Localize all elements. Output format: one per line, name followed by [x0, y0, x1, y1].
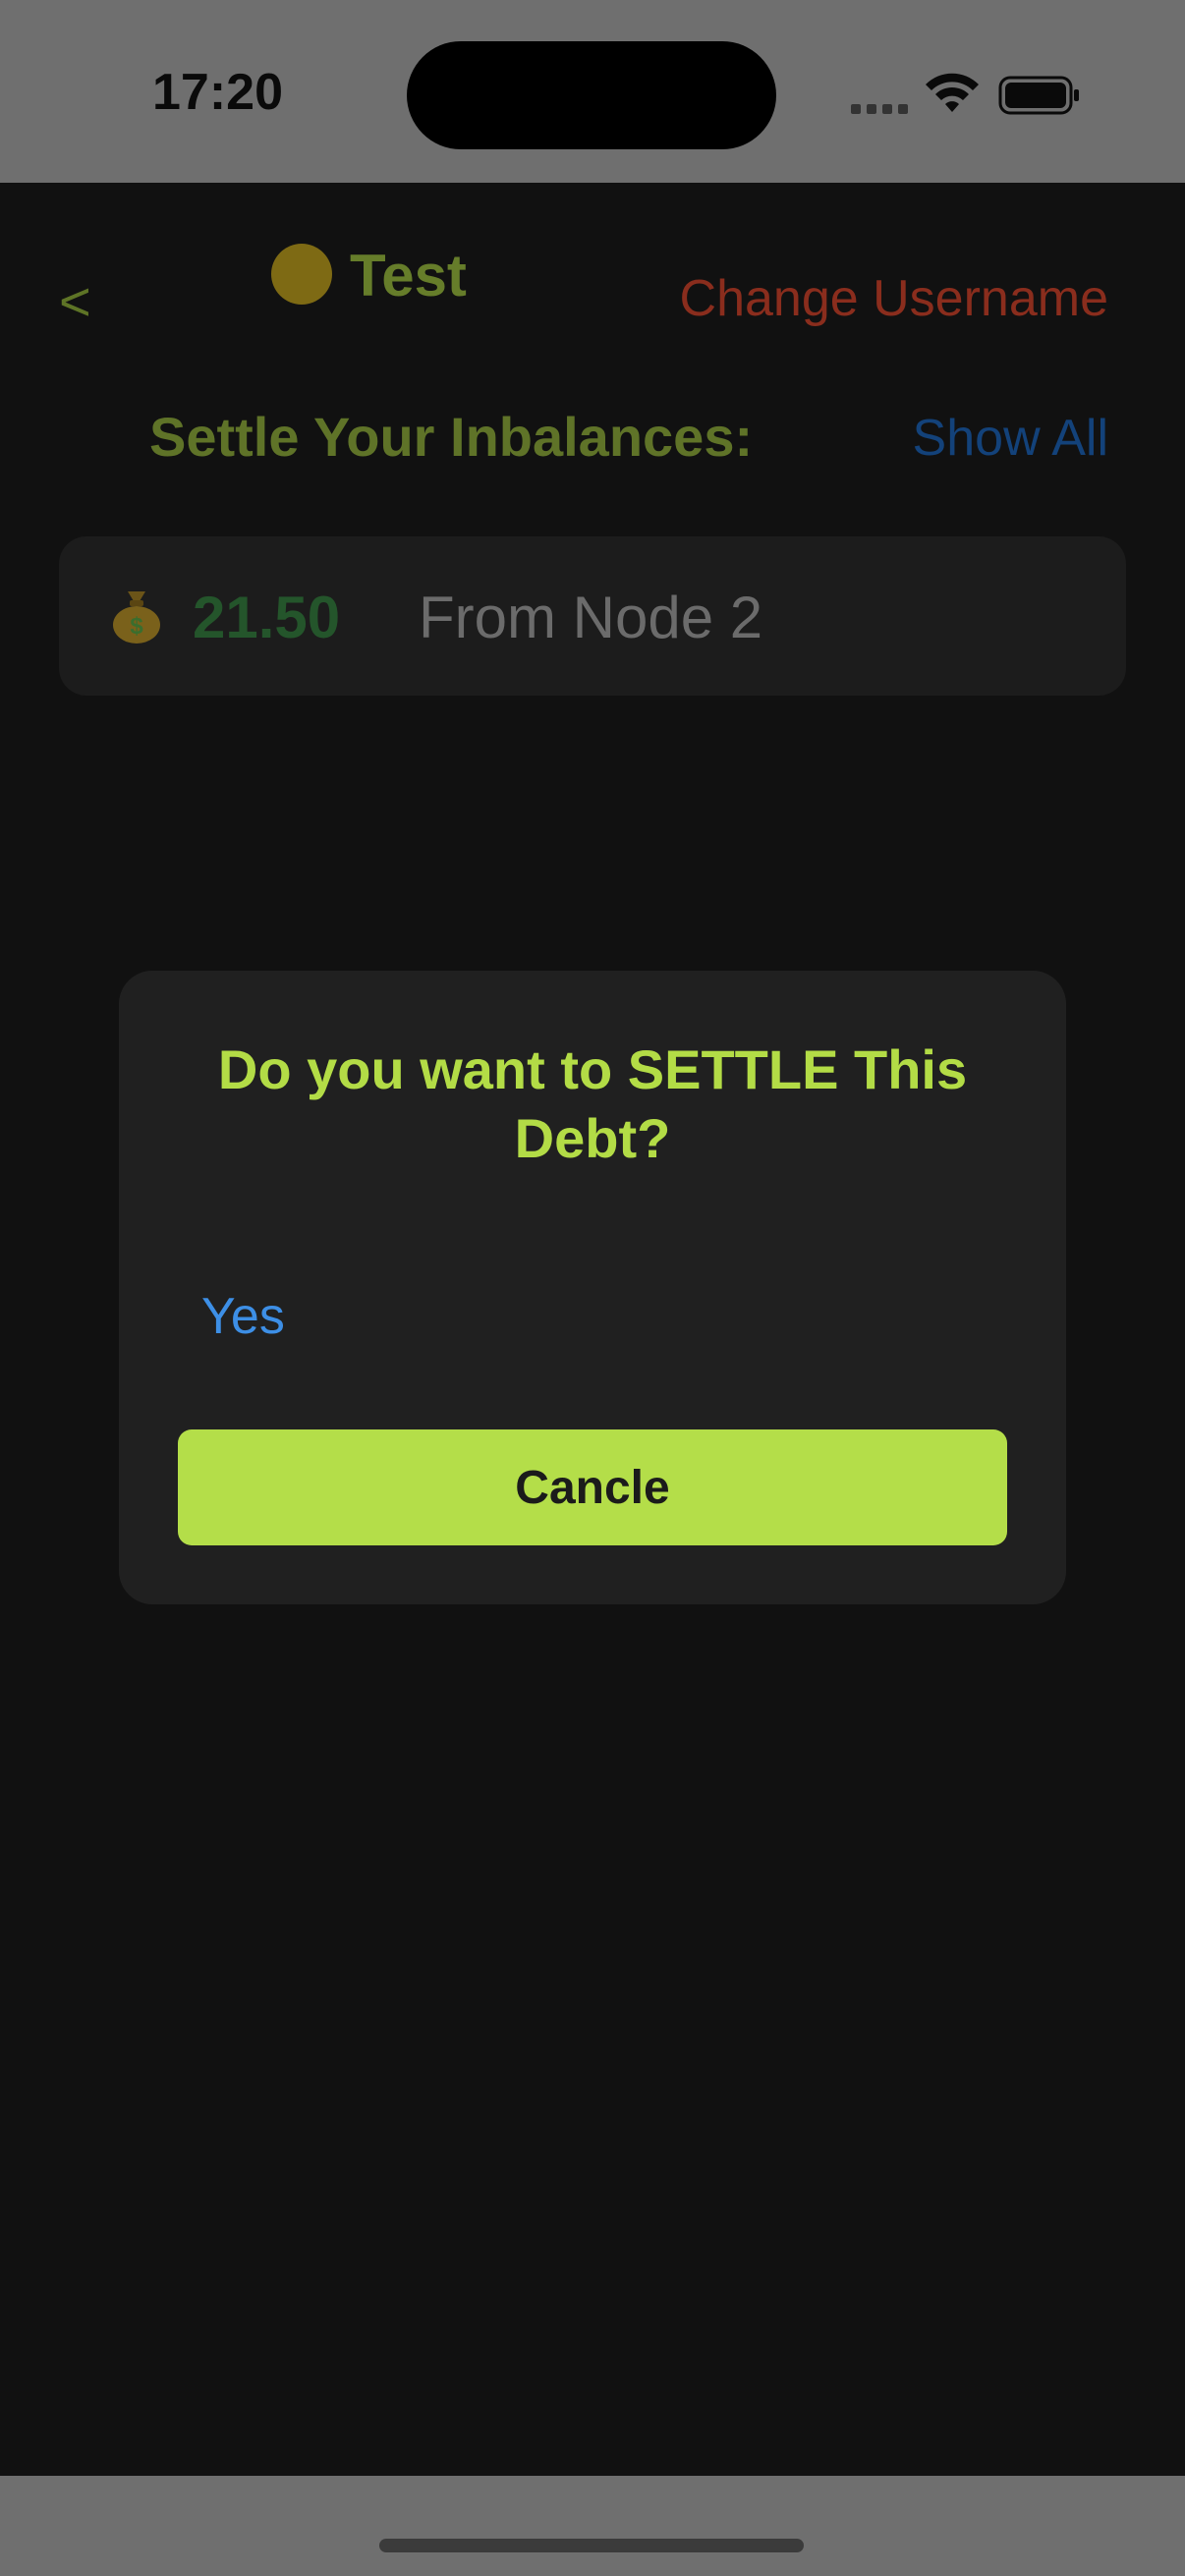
debt-amount: 21.50	[193, 585, 341, 650]
home-indicator[interactable]	[379, 2539, 804, 2552]
debt-from-label: From Node 2	[419, 585, 763, 650]
settle-heading: Settle Your Inbalances:	[149, 406, 754, 468]
user-title: Test	[271, 242, 467, 310]
dialog-title: Do you want to SETTLE This Debt?	[217, 1038, 968, 1169]
grinning-face-icon	[271, 244, 332, 306]
cancel-button[interactable]: Cancle	[178, 1429, 1007, 1545]
home-indicator-bar	[0, 2476, 1185, 2576]
wifi-icon	[926, 73, 979, 112]
dynamic-island	[407, 41, 776, 149]
yes-button[interactable]: Yes	[201, 1287, 285, 1346]
cellular-signal-icon	[851, 104, 908, 116]
battery-icon	[998, 76, 1079, 115]
money-bag-icon: $	[113, 591, 160, 644]
change-username-button[interactable]: Change Username	[680, 269, 1108, 328]
user-title-label: Test	[350, 243, 467, 308]
status-bar: 17:20	[0, 0, 1185, 183]
show-all-button[interactable]: Show All	[913, 409, 1108, 468]
back-button[interactable]: <	[59, 269, 91, 333]
debt-list-item[interactable]: $ 21.50 From Node 2	[59, 536, 1126, 696]
settle-debt-dialog: Do you want to SETTLE This Debt? Yes Can…	[119, 971, 1066, 1604]
status-time: 17:20	[152, 64, 283, 121]
svg-text:$: $	[130, 613, 143, 640]
